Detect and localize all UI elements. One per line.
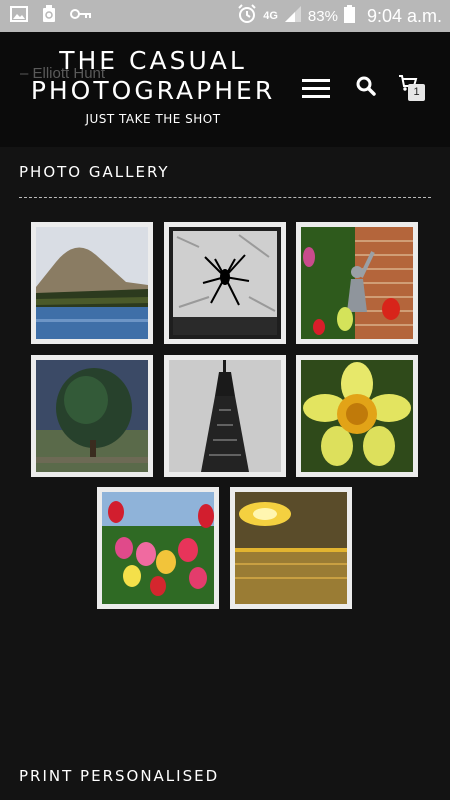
photo-tulips[interactable] xyxy=(97,487,219,609)
clock: 9:04 a.m. xyxy=(366,5,442,26)
gallery-notification-icon xyxy=(10,5,28,27)
photo-sunset-beach[interactable] xyxy=(230,487,352,609)
recycle-notification-icon xyxy=(42,4,56,28)
photo-hill-lake[interactable] xyxy=(31,222,153,344)
battery-percent: 83% xyxy=(307,7,338,25)
site-tagline: JUST TAKE THE SHOT xyxy=(85,112,221,126)
photo-spider[interactable] xyxy=(164,222,286,344)
site-header: – Elliott Hunt THE CASUAL PHOTOGRAPHER J… xyxy=(0,32,450,147)
alarm-icon xyxy=(237,4,257,28)
photo-statue[interactable] xyxy=(296,222,418,344)
divider xyxy=(19,197,431,198)
status-bar: 4G 83% 9:04 a.m. xyxy=(0,0,450,32)
site-title-line1: THE CASUAL xyxy=(59,46,247,75)
gallery-heading: PHOTO GALLERY xyxy=(19,163,170,181)
photo-tower[interactable] xyxy=(164,355,286,477)
hamburger-menu-icon[interactable] xyxy=(302,79,330,99)
site-logo[interactable]: THE CASUAL PHOTOGRAPHER JUST TAKE THE SH… xyxy=(28,46,278,126)
cart-button[interactable]: 1 xyxy=(398,74,426,104)
cart-count-badge: 1 xyxy=(408,84,425,101)
photo-tree[interactable] xyxy=(31,355,153,477)
photo-daffodil[interactable] xyxy=(296,355,418,477)
key-icon xyxy=(70,7,92,25)
signal-icon xyxy=(284,5,302,27)
network-type: 4G xyxy=(263,10,278,22)
site-title-line2: PHOTOGRAPHER xyxy=(30,76,276,105)
search-icon[interactable] xyxy=(356,76,376,96)
battery-icon xyxy=(343,5,355,27)
print-personalised-heading: PRINT PERSONALISED xyxy=(19,767,220,785)
